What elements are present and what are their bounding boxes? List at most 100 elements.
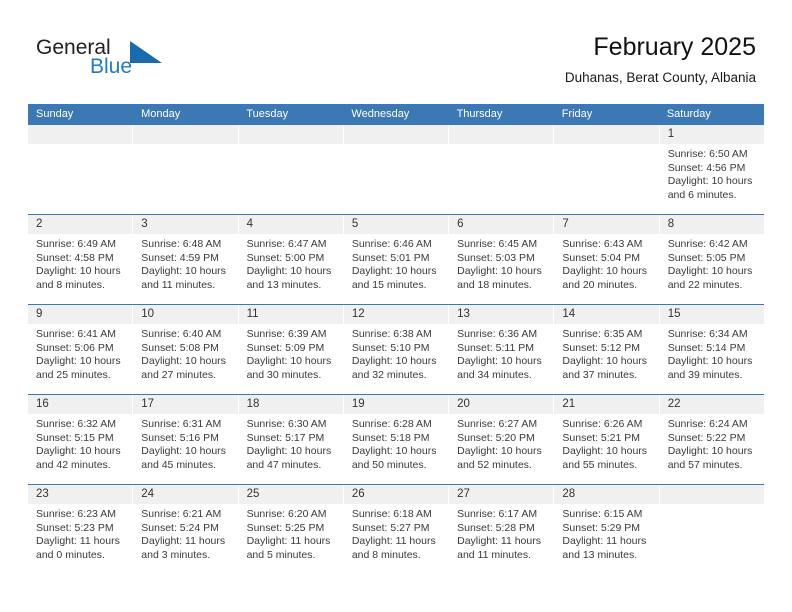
daylight-duration-line1: Daylight: 10 hours (457, 445, 542, 458)
day-number: 21 (562, 398, 576, 410)
day-sun-info: Sunrise: 6:26 AM Sunset: 5:21 PM Daylight:… (554, 414, 658, 472)
sunset-time: Sunset: 5:17 PM (246, 431, 325, 444)
daylight-duration-line1: Daylight: 11 hours (246, 535, 331, 548)
daylight-duration-line1: Daylight: 11 hours (351, 535, 436, 548)
calendar-day-cell[interactable]: 27 Sunrise: 6:17 AM Sunset: 5:28 PM Dayligh… (449, 485, 555, 575)
daylight-duration-line2: and 57 minutes. (667, 458, 743, 471)
sunset-time: Sunset: 5:16 PM (141, 431, 219, 444)
calendar-day-cell[interactable]: 26 Sunrise: 6:18 AM Sunset: 5:27 PM Dayligh… (343, 485, 450, 575)
day-sun-info: Sunrise: 6:23 AM Sunset: 5:23 PM Daylight:… (28, 504, 132, 562)
calendar-day-cell[interactable]: 9 Sunrise: 6:41 AM Sunset: 5:06 PM Daylight… (28, 305, 134, 394)
day-number-band: 6 (449, 215, 554, 234)
calendar-day-cell[interactable]: 18 Sunrise: 6:30 AM Sunset: 5:17 PM Dayligh… (238, 395, 344, 484)
calendar-day-cell[interactable]: 11 Sunrise: 6:39 AM Sunset: 5:09 PM Dayligh… (238, 305, 344, 394)
calendar-day-cell[interactable]: 20 Sunrise: 6:27 AM Sunset: 5:20 PM Dayligh… (449, 395, 555, 484)
brand-name-blue: Blue (90, 55, 133, 78)
calendar-day-cell[interactable]: 24 Sunrise: 6:21 AM Sunset: 5:24 PM Dayligh… (133, 485, 239, 575)
day-number-band (28, 125, 133, 144)
sunset-time: Sunset: 5:22 PM (667, 431, 746, 444)
daylight-duration-line2: and 11 minutes. (141, 278, 216, 291)
day-number: 6 (457, 218, 464, 230)
calendar-day-cell[interactable]: 2 Sunrise: 6:49 AM Sunset: 4:58 PM Daylight… (28, 215, 134, 304)
day-number-band: 14 (554, 305, 659, 324)
day-sun-info: Sunrise: 6:27 AM Sunset: 5:20 PM Daylight:… (449, 414, 553, 472)
day-number-band: 22 (659, 395, 764, 414)
sunset-time: Sunset: 5:10 PM (351, 341, 430, 354)
sunrise-time: Sunrise: 6:24 AM (667, 418, 748, 430)
calendar-day-cell[interactable]: 12 Sunrise: 6:38 AM Sunset: 5:10 PM Dayligh… (343, 305, 450, 394)
title-block: February 2025 Duhanas, Berat County, Alb… (565, 32, 756, 86)
day-number: 3 (141, 218, 148, 230)
daylight-duration-line2: and 25 minutes. (36, 368, 111, 381)
page-title: February 2025 (593, 33, 756, 61)
daylight-duration-line2: and 45 minutes. (141, 458, 216, 471)
calendar-day-cell[interactable]: 1 Sunrise: 6:50 AM Sunset: 4:56 PM Daylight… (659, 125, 764, 214)
daylight-duration-line1: Daylight: 10 hours (141, 355, 226, 368)
daylight-duration-line2: and 47 minutes. (246, 458, 322, 471)
day-sun-info: Sunrise: 6:18 AM Sunset: 5:27 PM Daylight:… (344, 504, 448, 562)
day-number-band: 17 (133, 395, 238, 414)
day-number-band (659, 485, 764, 504)
daylight-duration-line2: and 55 minutes. (562, 458, 638, 471)
sunrise-time: Sunrise: 6:43 AM (562, 238, 643, 250)
day-number-band: 7 (554, 215, 659, 234)
calendar-day-cell[interactable]: 19 Sunrise: 6:28 AM Sunset: 5:18 PM Dayligh… (343, 395, 450, 484)
calendar-day-cell[interactable]: 13 Sunrise: 6:36 AM Sunset: 5:11 PM Dayligh… (449, 305, 555, 394)
calendar-week-row: 1 Sunrise: 6:50 AM Sunset: 4:56 PM Daylight… (28, 125, 764, 215)
day-sun-info: Sunrise: 6:47 AM Sunset: 5:00 PM Daylight:… (239, 234, 343, 292)
daylight-duration-line1: Daylight: 10 hours (667, 445, 753, 458)
calendar-day-cell[interactable]: 6 Sunrise: 6:45 AM Sunset: 5:03 PM Daylight… (449, 215, 555, 304)
brand-logo[interactable]: General Blue (36, 36, 216, 82)
sunrise-time: Sunrise: 6:20 AM (246, 508, 327, 520)
calendar-day-cell[interactable]: 28 Sunrise: 6:15 AM Sunset: 5:29 PM Dayligh… (554, 485, 660, 575)
calendar-day-cell[interactable]: 23 Sunrise: 6:23 AM Sunset: 5:23 PM Dayligh… (28, 485, 134, 575)
day-sun-info: Sunrise: 6:40 AM Sunset: 5:08 PM Daylight:… (133, 324, 237, 382)
daylight-duration-line1: Daylight: 10 hours (246, 445, 332, 458)
daylight-duration-line2: and 22 minutes. (667, 278, 743, 291)
calendar-day-cell[interactable]: 15 Sunrise: 6:34 AM Sunset: 5:14 PM Dayligh… (659, 305, 764, 394)
sunrise-time: Sunrise: 6:28 AM (351, 418, 432, 430)
day-sun-info: Sunrise: 6:35 AM Sunset: 5:12 PM Daylight:… (554, 324, 658, 382)
day-number-band (449, 125, 554, 144)
day-number-band: 2 (28, 215, 133, 234)
calendar-day-cell[interactable]: 21 Sunrise: 6:26 AM Sunset: 5:21 PM Dayligh… (554, 395, 660, 484)
calendar-day-cell[interactable]: 7 Sunrise: 6:43 AM Sunset: 5:04 PM Daylight… (554, 215, 660, 304)
calendar-day-cell[interactable]: 22 Sunrise: 6:24 AM Sunset: 5:22 PM Dayligh… (659, 395, 764, 484)
sunset-time: Sunset: 4:58 PM (36, 251, 114, 264)
calendar-day-cell[interactable]: 8 Sunrise: 6:42 AM Sunset: 5:05 PM Daylight… (659, 215, 764, 304)
calendar-day-cell[interactable]: 3 Sunrise: 6:48 AM Sunset: 4:59 PM Daylight… (133, 215, 239, 304)
calendar-day-cell[interactable]: 5 Sunrise: 6:46 AM Sunset: 5:01 PM Daylight… (343, 215, 450, 304)
weekday-header-friday: Friday (561, 108, 593, 120)
daylight-duration-line2: and 32 minutes. (351, 368, 427, 381)
calendar-day-cell-empty (238, 125, 344, 214)
day-sun-info: Sunrise: 6:46 AM Sunset: 5:01 PM Daylight:… (344, 234, 448, 292)
day-sun-info: Sunrise: 6:48 AM Sunset: 4:59 PM Daylight:… (133, 234, 237, 292)
sunrise-time: Sunrise: 6:50 AM (667, 148, 748, 160)
day-number: 4 (246, 218, 253, 230)
sunrise-time: Sunrise: 6:35 AM (562, 328, 643, 340)
day-number: 26 (351, 488, 365, 500)
daylight-duration-line1: Daylight: 10 hours (457, 355, 542, 368)
day-sun-info: Sunrise: 6:17 AM Sunset: 5:28 PM Daylight:… (449, 504, 553, 562)
day-sun-info: Sunrise: 6:31 AM Sunset: 5:16 PM Daylight:… (133, 414, 237, 472)
daylight-duration-line2: and 50 minutes. (351, 458, 427, 471)
daylight-duration-line1: Daylight: 10 hours (562, 445, 648, 458)
daylight-duration-line1: Daylight: 10 hours (667, 265, 753, 278)
daylight-duration-line1: Daylight: 10 hours (36, 265, 121, 278)
sunrise-time: Sunrise: 6:23 AM (36, 508, 116, 520)
calendar-day-cell[interactable]: 14 Sunrise: 6:35 AM Sunset: 5:12 PM Dayligh… (554, 305, 660, 394)
day-sun-info: Sunrise: 6:34 AM Sunset: 5:14 PM Daylight:… (660, 324, 764, 382)
calendar-day-cell[interactable]: 4 Sunrise: 6:47 AM Sunset: 5:00 PM Daylight… (238, 215, 344, 304)
calendar-day-cell[interactable]: 10 Sunrise: 6:40 AM Sunset: 5:08 PM Dayligh… (133, 305, 239, 394)
calendar-day-cell[interactable]: 25 Sunrise: 6:20 AM Sunset: 5:25 PM Dayligh… (238, 485, 344, 575)
sunrise-time: Sunrise: 6:38 AM (351, 328, 432, 340)
day-sun-info: Sunrise: 6:38 AM Sunset: 5:10 PM Daylight:… (344, 324, 448, 382)
calendar-day-cell-empty (554, 125, 660, 214)
day-number: 8 (667, 218, 675, 230)
day-number-band: 21 (554, 395, 659, 414)
day-sun-info: Sunrise: 6:28 AM Sunset: 5:18 PM Daylight:… (344, 414, 448, 472)
sunset-time: Sunset: 5:04 PM (562, 251, 641, 264)
calendar-day-cell[interactable]: 17 Sunrise: 6:31 AM Sunset: 5:16 PM Dayligh… (133, 395, 239, 484)
calendar-day-cell[interactable]: 16 Sunrise: 6:32 AM Sunset: 5:15 PM Dayligh… (28, 395, 134, 484)
daylight-duration-line2: and 52 minutes. (457, 458, 532, 471)
